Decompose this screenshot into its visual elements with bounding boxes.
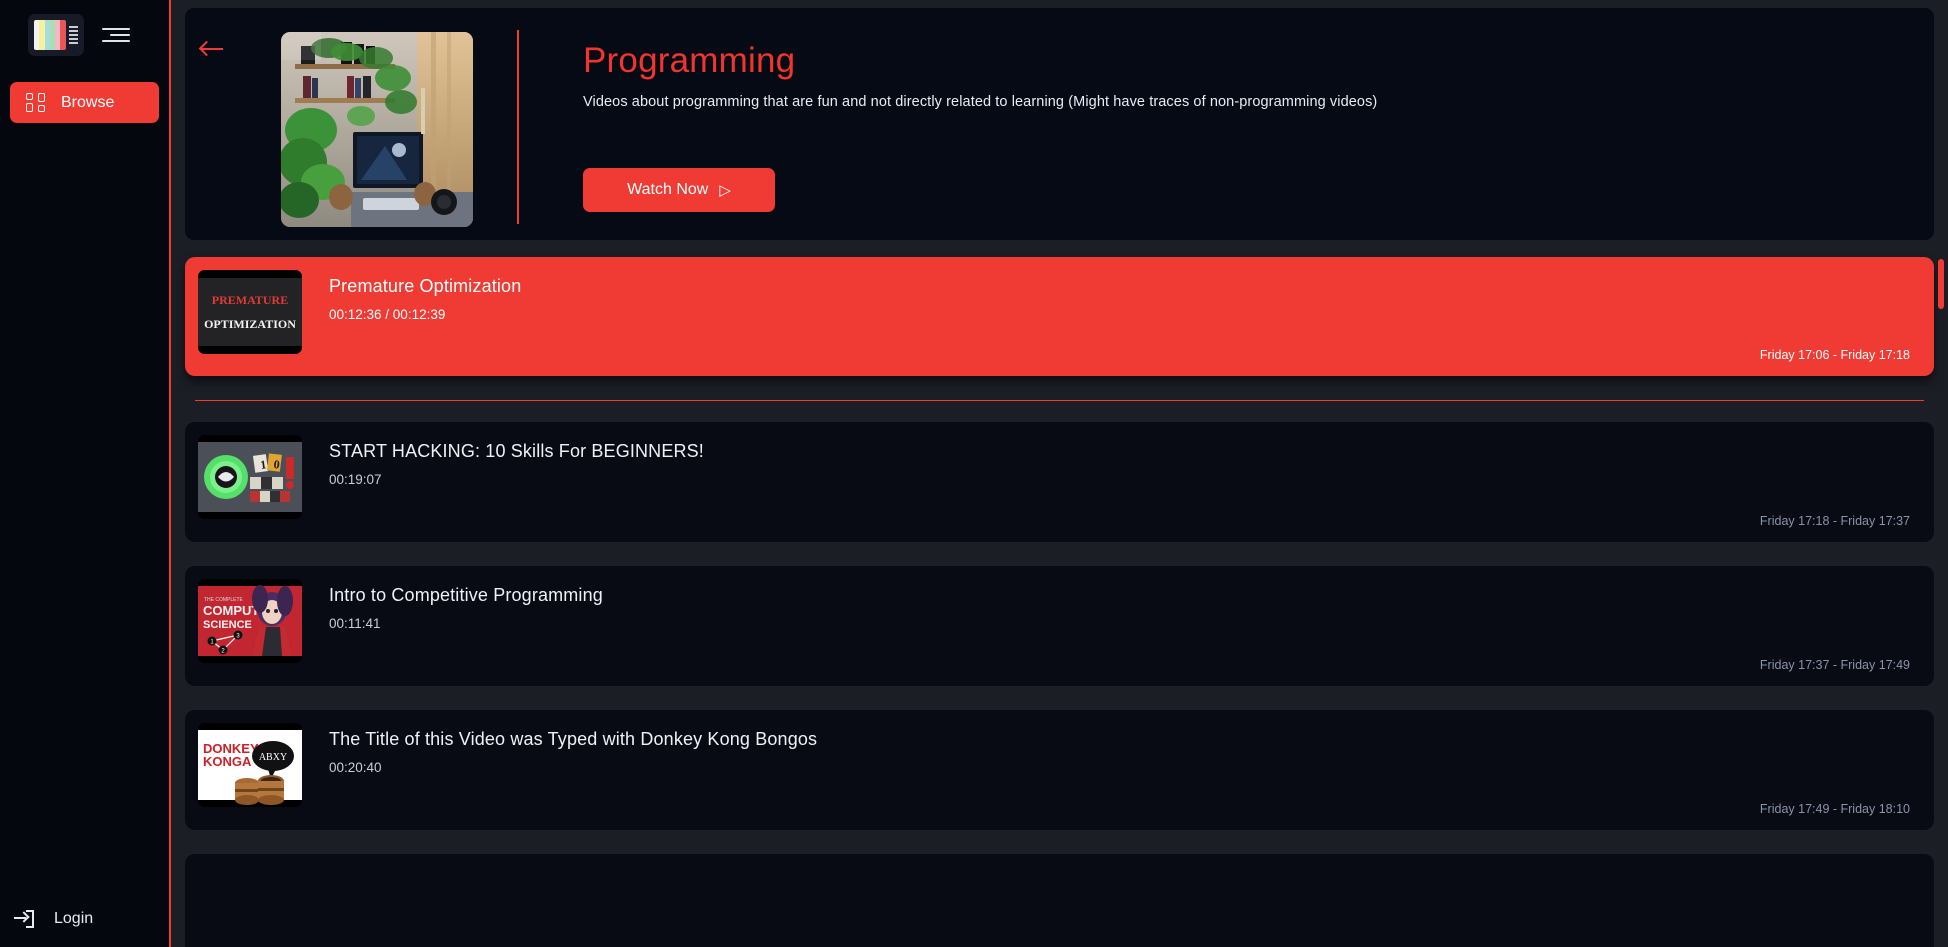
video-thumbnail: DONKEY KONGA ABXY [198,723,302,807]
login-label: Login [54,910,94,927]
video-info: Premature Optimization 00:12:36 / 00:12:… [302,270,1934,322]
video-schedule: Friday 17:49 - Friday 18:10 [1759,802,1910,816]
browse-button-label: Browse [61,93,115,111]
login-button[interactable]: Login [0,891,169,947]
hero-thumbnail [281,32,473,227]
table-row[interactable]: 1 0 START HACKING: 10 Skills For BEGINNE… [185,422,1934,542]
hamburger-menu-icon[interactable] [102,28,130,42]
hero-body: Programming Videos about programming tha… [519,8,1934,213]
video-info: START HACKING: 10 Skills For BEGINNERS! … [302,435,1934,487]
svg-text:PREMATURE: PREMATURE [212,293,288,307]
video-schedule: Friday 17:18 - Friday 17:37 [1759,514,1910,528]
tv-color-bars-logo[interactable] [28,14,84,56]
logo-lines-icon [68,26,78,44]
color-bars-icon [34,20,66,50]
watch-now-label: Watch Now [627,181,709,199]
svg-text:OPTIMIZATION: OPTIMIZATION [204,317,296,331]
video-thumbnail: PREMATURE OPTIMIZATION [198,270,302,354]
watch-now-button[interactable]: Watch Now ▷ [583,168,775,213]
video-duration: 00:19:07 [329,472,382,487]
vertical-scrollbar-thumb[interactable] [1938,259,1944,309]
back-arrow-icon[interactable] [198,34,229,64]
page-title: Programming [583,41,796,80]
video-title: Intro to Competitive Programming [329,585,603,605]
now-playing-divider [195,400,1924,401]
video-info: Intro to Competitive Programming 00:11:4… [302,579,1934,631]
hero-card: Programming Videos about programming tha… [185,8,1934,240]
app-root: Browse Login Programming Videos about pr… [0,0,1948,947]
sidebar-header: Browse [0,0,169,123]
browse-button[interactable]: Browse [10,82,159,123]
svg-text:ABXY: ABXY [259,752,287,763]
sidebar-logo-row [0,14,169,56]
grid-icon [26,93,45,112]
login-icon [14,910,34,928]
video-list: PREMATURE OPTIMIZATION Premature Optimiz… [185,257,1934,947]
video-thumbnail: 1 0 [198,435,302,519]
video-title: Premature Optimization [329,276,522,296]
play-triangle-icon: ▷ [719,181,731,199]
video-duration: 00:20:40 [329,760,382,775]
video-title: START HACKING: 10 Skills For BEGINNERS! [329,441,704,461]
video-thumbnail: THE COMPLETE COMPUTER SCIENCE 1 2 3 [198,579,302,663]
video-schedule: Friday 17:37 - Friday 17:49 [1759,658,1910,672]
video-info: The Title of this Video was Typed with D… [302,723,1934,775]
table-row[interactable] [185,854,1934,947]
video-duration: 00:11:41 [329,616,381,631]
video-title: The Title of this Video was Typed with D… [329,729,818,749]
video-duration: 00:12:36 / 00:12:39 [329,307,446,322]
svg-text:SCIENCE: SCIENCE [203,619,252,631]
svg-text:KONGA: KONGA [203,754,252,769]
page-description: Videos about programming that are fun an… [583,94,1378,111]
sidebar: Browse Login [0,0,171,947]
table-row[interactable]: DONKEY KONGA ABXY The Title of this Vide… [185,710,1934,830]
main-content: Programming Videos about programming tha… [171,0,1948,947]
video-schedule: Friday 17:06 - Friday 17:18 [1759,348,1910,362]
table-row[interactable]: THE COMPLETE COMPUTER SCIENCE 1 2 3 Intr… [185,566,1934,686]
table-row[interactable]: PREMATURE OPTIMIZATION Premature Optimiz… [185,257,1934,376]
